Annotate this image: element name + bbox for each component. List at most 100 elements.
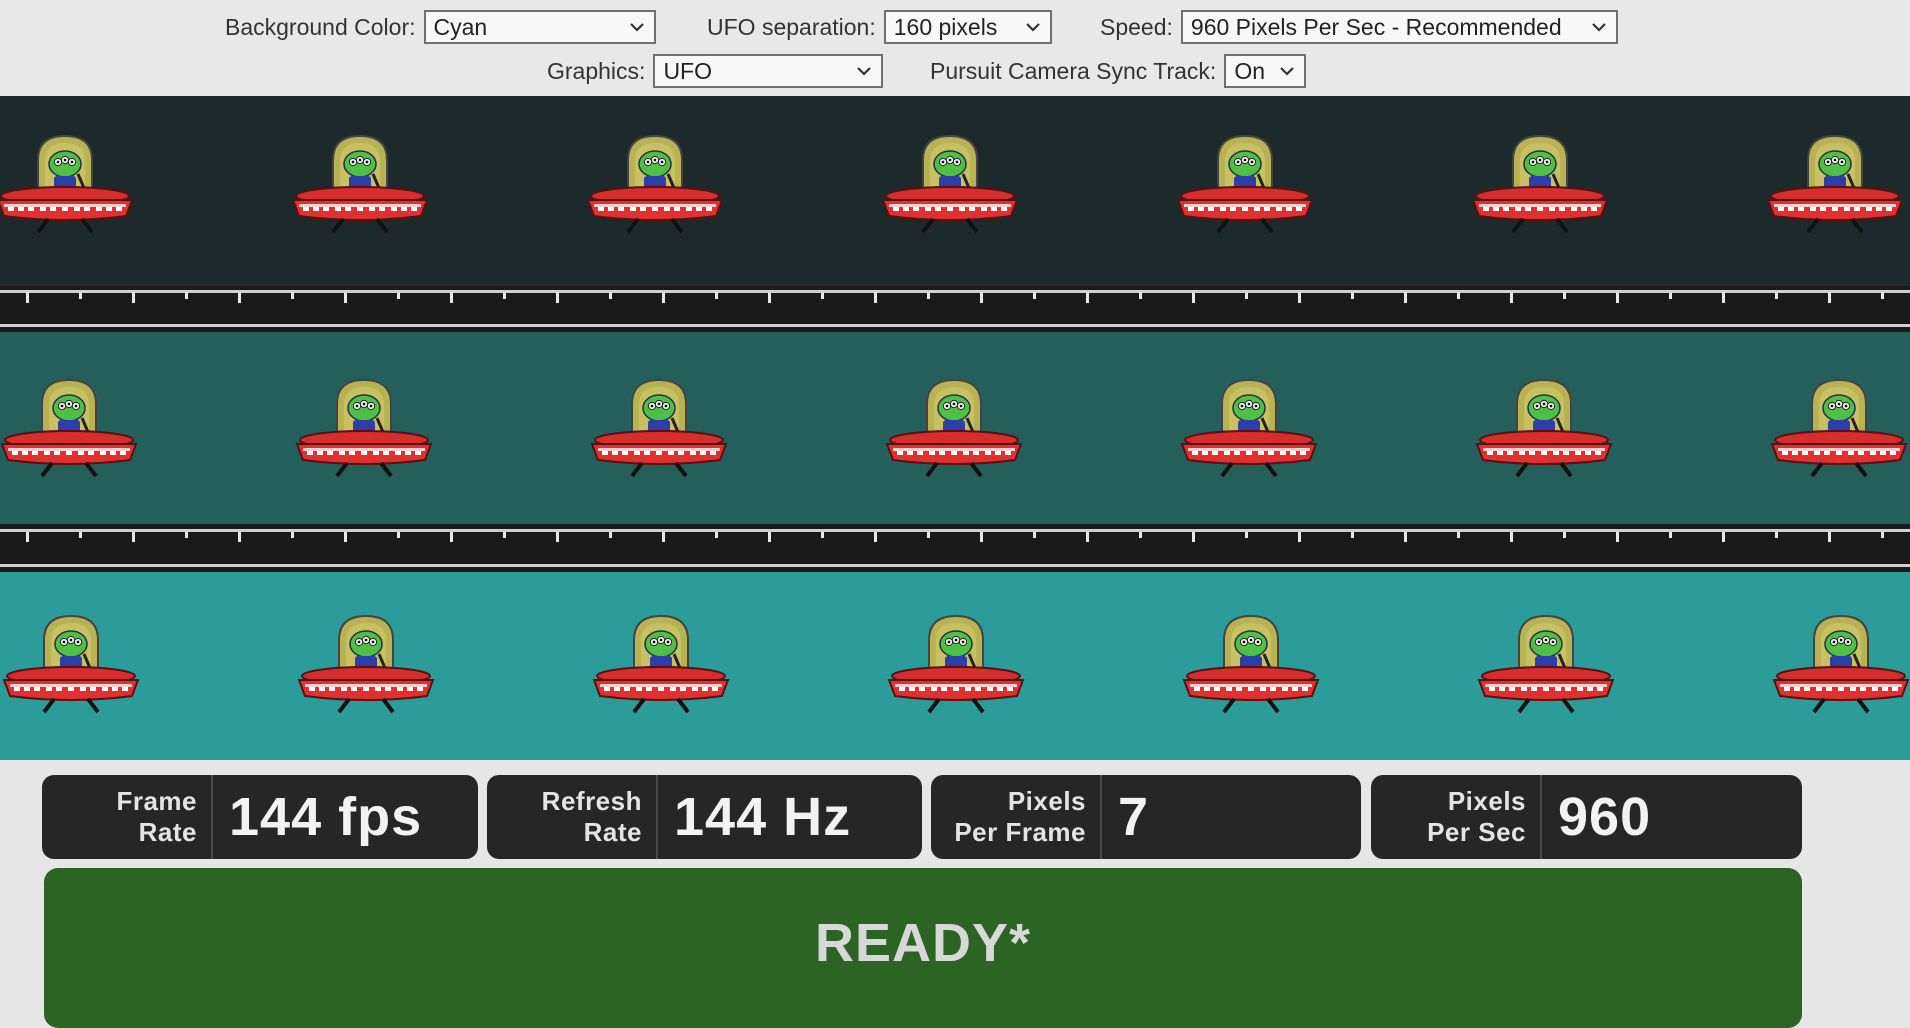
ruler-tick xyxy=(291,293,294,299)
pursuit-camera-select[interactable]: On xyxy=(1224,54,1307,88)
ruler-tick xyxy=(450,532,453,542)
ufo-sprite-icon xyxy=(0,374,144,484)
ruler-tick xyxy=(662,532,665,542)
ruler-tick xyxy=(609,293,612,299)
ruler-tick xyxy=(980,293,983,303)
ufo-track-light xyxy=(0,572,1910,760)
ruler-tick xyxy=(1033,532,1036,538)
ruler-tick xyxy=(1351,532,1354,538)
background-color-label: Background Color: xyxy=(225,13,416,40)
status-banner: READY* xyxy=(44,868,1802,1028)
sync-track-ruler xyxy=(0,286,1910,332)
frame-rate-value: 144 fps xyxy=(229,787,423,847)
ufo-sprite-icon xyxy=(0,610,146,720)
ufo-sprite-icon xyxy=(1174,374,1324,484)
ufo-track-medium xyxy=(0,332,1910,524)
chevron-down-icon xyxy=(1279,63,1295,79)
pursuit-camera-value: On xyxy=(1234,58,1265,84)
ufo-sprite-icon xyxy=(1760,130,1910,240)
ruler-tick xyxy=(1457,532,1460,538)
graphics-control: Graphics: UFO xyxy=(547,54,884,88)
ruler-tick xyxy=(1881,293,1884,299)
ufo-sprite-icon xyxy=(1176,610,1326,720)
speed-value: 960 Pixels Per Sec - Recommended xyxy=(1190,14,1562,40)
speed-label: Speed: xyxy=(1100,13,1173,40)
pixels-per-frame-label: Pixels Per Frame xyxy=(931,775,1102,859)
ruler-tick xyxy=(1033,293,1036,299)
speed-control: Speed: 960 Pixels Per Sec - Recommended xyxy=(1100,10,1618,44)
ufo-sprite-icon xyxy=(1469,374,1619,484)
ufo-sprite-icon xyxy=(1170,130,1320,240)
ufo-separation-value: 160 pixels xyxy=(893,14,998,40)
ruler-tick xyxy=(397,532,400,538)
ruler-tick xyxy=(768,532,771,542)
ruler-tick xyxy=(1192,532,1195,542)
ruler-tick xyxy=(1881,532,1884,538)
ruler-tick xyxy=(768,293,771,303)
ruler-tick xyxy=(1351,293,1354,299)
speed-select[interactable]: 960 Pixels Per Sec - Recommended xyxy=(1180,10,1618,44)
graphics-select[interactable]: UFO xyxy=(653,54,884,88)
ruler-tick xyxy=(1245,532,1248,538)
refresh-rate-value: 144 Hz xyxy=(674,787,852,847)
ruler-tick xyxy=(1828,293,1831,303)
ufo-sprite-icon xyxy=(879,374,1029,484)
ruler-tick xyxy=(1404,532,1407,542)
ruler-tick xyxy=(1828,532,1831,542)
pixels-per-sec-value: 960 xyxy=(1558,787,1652,847)
ufo-sprite-icon xyxy=(1471,610,1621,720)
ruler-tick xyxy=(238,532,241,542)
ruler-tick xyxy=(185,293,188,299)
ruler-tick xyxy=(1510,293,1513,303)
ruler-tick xyxy=(1139,532,1142,538)
ruler-tick xyxy=(1563,532,1566,538)
ruler-tick xyxy=(1245,293,1248,299)
pixels-per-frame-panel: Pixels Per Frame 7 xyxy=(931,775,1361,859)
ufo-sprite-icon xyxy=(586,610,736,720)
ruler-tick xyxy=(1298,532,1301,542)
settings-bar: Background Color: Cyan UFO separation: 1… xyxy=(0,0,1910,96)
ruler-tick xyxy=(821,532,824,538)
ufo-sprite-icon xyxy=(1764,374,1910,484)
ruler-tick xyxy=(874,293,877,303)
ruler-tick xyxy=(662,293,665,303)
ruler-tick xyxy=(556,532,559,542)
ruler-tick xyxy=(821,293,824,299)
ufo-separation-label: UFO separation: xyxy=(707,13,876,40)
ruler-tick xyxy=(556,293,559,303)
ruler-tick xyxy=(1404,293,1407,303)
ufo-sprite-icon xyxy=(875,130,1025,240)
ruler-tick xyxy=(927,532,930,538)
ufo-sprite-icon xyxy=(0,130,140,240)
ufo-track-dark xyxy=(0,96,1910,286)
ufo-separation-select[interactable]: 160 pixels xyxy=(883,10,1052,44)
ruler-tick xyxy=(1192,293,1195,303)
ufo-sprite-icon xyxy=(584,374,734,484)
chevron-down-icon xyxy=(629,19,645,35)
refresh-rate-panel: Refresh Rate 144 Hz xyxy=(487,775,922,859)
ruler-tick xyxy=(503,532,506,538)
ruler-tick xyxy=(1775,293,1778,299)
ruler-tick xyxy=(1510,532,1513,542)
background-color-control: Background Color: Cyan xyxy=(225,10,656,44)
ruler-tick xyxy=(1563,293,1566,299)
ruler-tick xyxy=(1669,293,1672,299)
ruler-tick xyxy=(503,293,506,299)
frame-rate-label: Frame Rate xyxy=(42,775,213,859)
ruler-tick xyxy=(980,532,983,542)
ruler-tick xyxy=(609,532,612,538)
ruler-tick xyxy=(1457,293,1460,299)
pursuit-camera-label: Pursuit Camera Sync Track: xyxy=(930,57,1217,84)
ruler-tick xyxy=(344,293,347,303)
pixels-per-sec-label: Pixels Per Sec xyxy=(1371,775,1542,859)
ruler-tick xyxy=(1086,293,1089,303)
ruler-tick xyxy=(79,293,82,299)
ruler-tick xyxy=(185,532,188,538)
ruler-tick xyxy=(291,532,294,538)
background-color-select[interactable]: Cyan xyxy=(423,10,656,44)
ufo-sprite-icon xyxy=(580,130,730,240)
ruler-tick xyxy=(1086,532,1089,542)
ruler-tick xyxy=(450,293,453,303)
ufo-sprite-icon xyxy=(1766,610,1910,720)
graphics-label: Graphics: xyxy=(547,57,646,84)
